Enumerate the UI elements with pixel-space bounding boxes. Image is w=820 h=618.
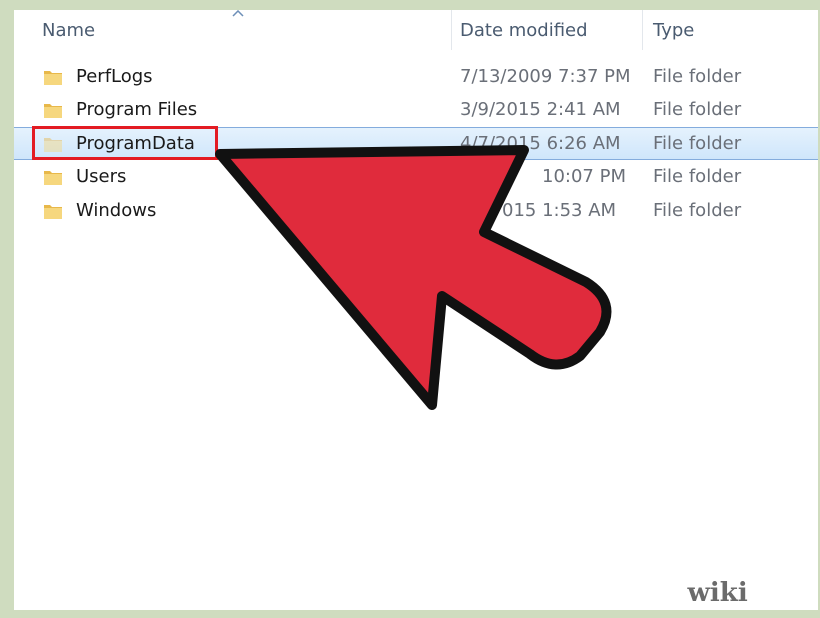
file-explorer-window: Name Date modified Type PerfLogs 7/13/20… (14, 10, 818, 610)
pointer-arrow-icon (215, 145, 612, 410)
image-frame: Name Date modified Type PerfLogs 7/13/20… (0, 0, 820, 618)
wikihow-watermark: wikiHow (658, 572, 818, 610)
watermark-text: wikiHow (687, 578, 812, 608)
